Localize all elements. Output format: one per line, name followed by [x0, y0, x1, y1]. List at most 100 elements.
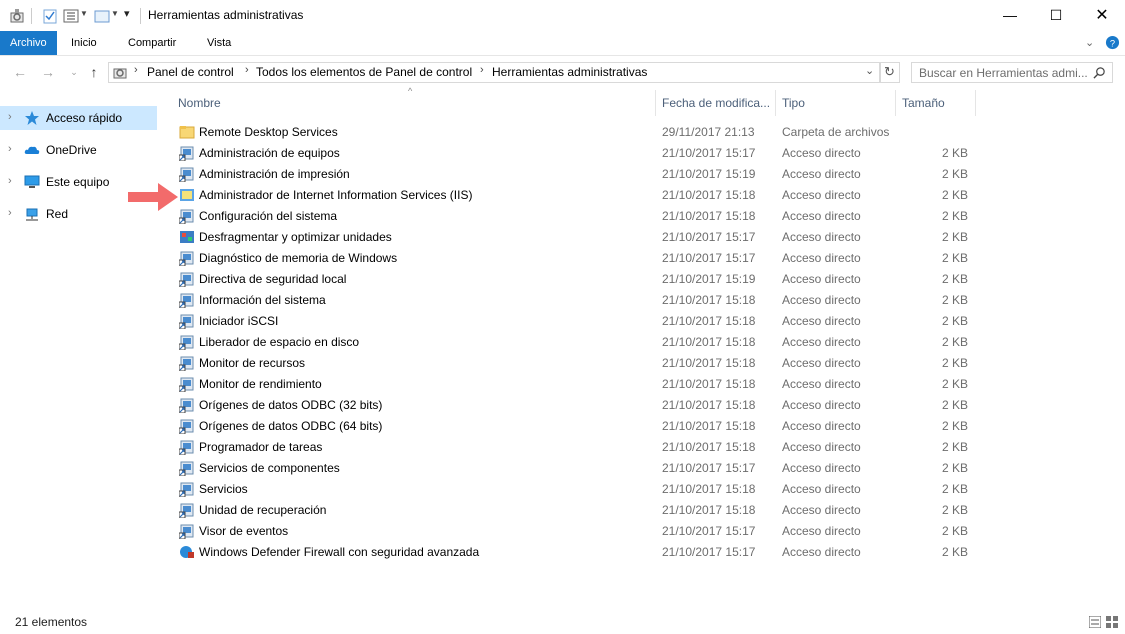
search-input[interactable]: Buscar en Herramientas admi...	[911, 62, 1113, 83]
breadcrumb-separator-icon[interactable]: ›	[134, 64, 138, 76]
back-arrow-icon[interactable]: ←	[12, 64, 28, 80]
file-size: 2 KB	[941, 356, 968, 370]
column-header-type[interactable]: Tipo	[782, 96, 805, 114]
tab-vista[interactable]: Vista	[197, 31, 241, 55]
minimize-button[interactable]: —	[987, 0, 1033, 31]
breadcrumb-herramientas[interactable]: Herramientas administrativas	[492, 65, 647, 79]
file-type: Acceso directo	[782, 356, 861, 370]
file-size: 2 KB	[941, 335, 968, 349]
sidebar-item-onedrive[interactable]: › OneDrive	[0, 138, 157, 162]
control-panel-icon[interactable]	[9, 8, 25, 24]
file-type: Acceso directo	[782, 398, 861, 412]
address-bar[interactable]: › Panel de control › Todos los elementos…	[108, 62, 880, 83]
firewall-icon	[180, 546, 194, 558]
file-row[interactable]: Diagnóstico de memoria de Windows 21/10/2…	[176, 247, 976, 268]
file-row[interactable]: Orígenes de datos ODBC (64 bits) 21/10/20…	[176, 415, 976, 436]
file-row[interactable]: Monitor de rendimiento 21/10/2017 15:18 Ac…	[176, 373, 976, 394]
file-type: Acceso directo	[782, 167, 861, 181]
properties-icon[interactable]	[42, 8, 58, 24]
column-header-date[interactable]: Fecha de modifica...	[662, 96, 770, 114]
column-divider[interactable]	[655, 90, 656, 116]
sidebar-item-label: Este equipo	[46, 175, 110, 189]
file-row[interactable]: Visor de eventos 21/10/2017 15:17 Acceso d…	[176, 520, 976, 541]
file-name: Orígenes de datos ODBC (32 bits)	[199, 398, 383, 412]
file-type: Acceso directo	[782, 377, 861, 391]
chevron-down-icon[interactable]: ⌄	[865, 64, 874, 77]
help-icon[interactable]: ?	[1105, 35, 1120, 50]
file-row[interactable]: Windows Defender Firewall con seguridad …	[176, 541, 976, 562]
close-button[interactable]: ✕	[1079, 0, 1125, 31]
breadcrumb-todos-los-elementos[interactable]: Todos los elementos de Panel de control	[256, 65, 472, 79]
file-type: Acceso directo	[782, 335, 861, 349]
file-date: 21/10/2017 15:18	[662, 398, 756, 412]
file-row[interactable]: Remote Desktop Services 29/11/2017 21:13 C…	[176, 121, 976, 142]
component-services-icon	[179, 461, 194, 476]
details-view-icon[interactable]	[1089, 616, 1101, 628]
large-icons-view-icon[interactable]	[1106, 616, 1118, 628]
file-row[interactable]: Monitor de recursos 21/10/2017 15:18 Acces…	[176, 352, 976, 373]
file-row[interactable]: Configuración del sistema 21/10/2017 15:1…	[176, 205, 976, 226]
column-divider[interactable]	[895, 90, 896, 116]
file-row[interactable]: Liberador de espacio en disco 21/10/2017 …	[176, 331, 976, 352]
forward-arrow-icon[interactable]: →	[40, 64, 56, 80]
up-arrow-icon[interactable]: ↑	[86, 64, 102, 80]
file-row[interactable]: Administrador de Internet Information Se…	[176, 184, 976, 205]
file-name: Monitor de recursos	[199, 356, 306, 370]
file-type: Carpeta de archivos	[782, 125, 890, 139]
file-type: Acceso directo	[782, 230, 861, 244]
file-name: Remote Desktop Services	[199, 125, 338, 139]
refresh-button[interactable]: ↻	[880, 62, 900, 83]
window-title: Herramientas administrativas	[148, 8, 304, 22]
divider	[31, 8, 32, 24]
tab-inicio[interactable]: Inicio	[61, 31, 107, 55]
file-row[interactable]: Información del sistema 21/10/2017 15:18 A…	[176, 289, 976, 310]
maximize-button[interactable]: ☐	[1033, 0, 1079, 31]
chevron-right-icon[interactable]: ›	[8, 207, 12, 219]
recent-locations-icon[interactable]: ⌄	[66, 64, 82, 80]
breadcrumb-panel-de-control[interactable]: Panel de control	[147, 65, 234, 79]
computer-icon	[24, 175, 40, 188]
file-date: 21/10/2017 15:18	[662, 377, 756, 391]
view-options-icon[interactable]	[63, 8, 79, 24]
search-icon[interactable]	[1093, 66, 1106, 79]
file-type: Acceso directo	[782, 440, 861, 454]
file-row[interactable]: Unidad de recuperación 21/10/2017 15:18 Ac…	[176, 499, 976, 520]
tab-compartir[interactable]: Compartir	[118, 31, 186, 55]
new-folder-icon[interactable]	[94, 8, 110, 24]
expand-ribbon-icon[interactable]: ⌄	[1085, 36, 1094, 49]
chevron-right-icon[interactable]: ›	[8, 175, 12, 187]
file-row[interactable]: Servicios de componentes 21/10/2017 15:17…	[176, 457, 976, 478]
column-header-name[interactable]: Nombre	[178, 96, 221, 114]
chevron-right-icon[interactable]: ›	[8, 111, 12, 123]
tab-archivo[interactable]: Archivo	[0, 31, 57, 55]
breadcrumb-separator-icon[interactable]: ›	[480, 64, 484, 76]
file-row[interactable]: Orígenes de datos ODBC (32 bits) 21/10/20…	[176, 394, 976, 415]
file-row[interactable]: Administración de equipos 21/10/2017 15:1…	[176, 142, 976, 163]
column-header-size[interactable]: Tamaño	[902, 96, 945, 114]
file-type: Acceso directo	[782, 272, 861, 286]
file-name: Programador de tareas	[199, 440, 323, 454]
file-row[interactable]: Servicios 21/10/2017 15:18 Acceso directo 2…	[176, 478, 976, 499]
print-management-icon	[179, 167, 194, 182]
file-size: 2 KB	[941, 251, 968, 265]
file-date: 21/10/2017 15:18	[662, 356, 756, 370]
system-information-icon	[179, 293, 194, 308]
chevron-right-icon[interactable]: ›	[8, 143, 12, 155]
customize-toolbar-icon[interactable]: ▾	[124, 7, 130, 20]
file-row[interactable]: Iniciador iSCSI 21/10/2017 15:18 Acceso di…	[176, 310, 976, 331]
column-divider[interactable]	[775, 90, 776, 116]
file-date: 21/10/2017 15:18	[662, 188, 756, 202]
file-row[interactable]: Desfragmentar y optimizar unidades 21/10/…	[176, 226, 976, 247]
column-divider[interactable]	[975, 90, 976, 116]
file-date: 21/10/2017 15:18	[662, 335, 756, 349]
sidebar-item-acceso-rapido[interactable]: › Acceso rápido	[0, 106, 157, 130]
file-row[interactable]: Administración de impresión 21/10/2017 15…	[176, 163, 976, 184]
file-size: 2 KB	[941, 377, 968, 391]
breadcrumb-separator-icon[interactable]: ›	[245, 64, 249, 76]
chevron-down-icon[interactable]: ▼	[80, 9, 88, 18]
iscsi-icon	[179, 314, 194, 329]
chevron-down-icon[interactable]: ▼	[111, 9, 119, 18]
file-row[interactable]: Directiva de seguridad local 21/10/2017 1…	[176, 268, 976, 289]
file-row[interactable]: Programador de tareas 21/10/2017 15:18 Acc…	[176, 436, 976, 457]
file-date: 29/11/2017 21:13	[662, 125, 755, 139]
